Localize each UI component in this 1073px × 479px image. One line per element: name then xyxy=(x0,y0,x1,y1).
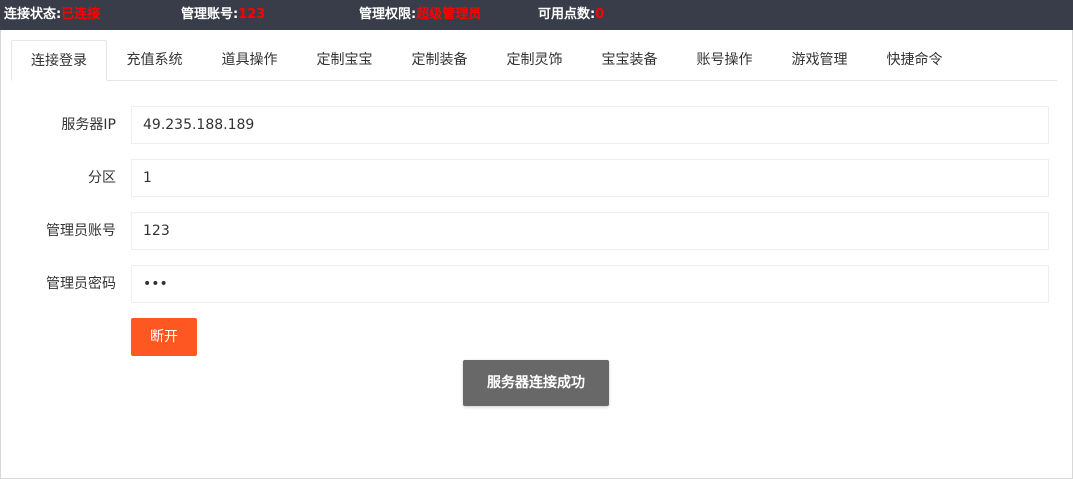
tab-bar: 连接登录 充值系统 道具操作 定制宝宝 定制装备 定制灵饰 宝宝装备 账号操作 … xyxy=(11,40,1057,81)
tab-quick-commands[interactable]: 快捷命令 xyxy=(867,40,962,80)
admin-password-label: 管理员密码 xyxy=(46,276,116,292)
connection-success-toast: 服务器连接成功 xyxy=(463,360,609,406)
zone-label: 分区 xyxy=(88,170,116,186)
admin-account-field-label: 管理员账号 xyxy=(46,223,116,239)
tab-game-management[interactable]: 游戏管理 xyxy=(772,40,867,80)
available-points-status: 可用点数:0 xyxy=(538,0,604,30)
admin-password-row: 管理员密码 xyxy=(0,265,1073,303)
tab-item-operations[interactable]: 道具操作 xyxy=(202,40,297,80)
tab-connect-login[interactable]: 连接登录 xyxy=(11,40,107,81)
tab-account-operations[interactable]: 账号操作 xyxy=(677,40,772,80)
admin-account-status: 管理账号:123 xyxy=(181,0,265,30)
tab-custom-equipment[interactable]: 定制装备 xyxy=(392,40,487,80)
connection-status: 连接状态:已连接 xyxy=(4,0,100,30)
tab-custom-pet[interactable]: 定制宝宝 xyxy=(297,40,392,80)
admin-permission-value: 超级管理员 xyxy=(416,7,482,22)
disconnect-button[interactable]: 断开 xyxy=(131,318,197,356)
connection-status-label: 连接状态: xyxy=(4,7,62,22)
zone-row: 分区 xyxy=(0,159,1073,197)
connection-status-value: 已连接 xyxy=(61,7,101,22)
server-ip-label: 服务器IP xyxy=(61,117,116,133)
admin-account-input[interactable] xyxy=(131,212,1049,250)
status-bar: 连接状态:已连接 管理账号:123 管理权限:超级管理员 可用点数:0 xyxy=(0,0,1073,30)
admin-permission-label: 管理权限: xyxy=(359,7,417,22)
available-points-label: 可用点数: xyxy=(538,7,596,22)
available-points-value: 0 xyxy=(595,7,605,22)
admin-account-value: 123 xyxy=(238,7,266,22)
tab-recharge-system[interactable]: 充值系统 xyxy=(107,40,202,80)
admin-password-input[interactable] xyxy=(131,265,1049,303)
admin-account-row: 管理员账号 xyxy=(0,212,1073,250)
zone-input[interactable] xyxy=(131,159,1049,197)
admin-permission-status: 管理权限:超级管理员 xyxy=(359,0,481,30)
server-ip-input[interactable] xyxy=(131,106,1049,144)
admin-account-label: 管理账号: xyxy=(181,7,239,22)
tab-pet-equipment[interactable]: 宝宝装备 xyxy=(582,40,677,80)
tab-custom-accessory[interactable]: 定制灵饰 xyxy=(487,40,582,80)
server-ip-row: 服务器IP xyxy=(0,106,1073,144)
